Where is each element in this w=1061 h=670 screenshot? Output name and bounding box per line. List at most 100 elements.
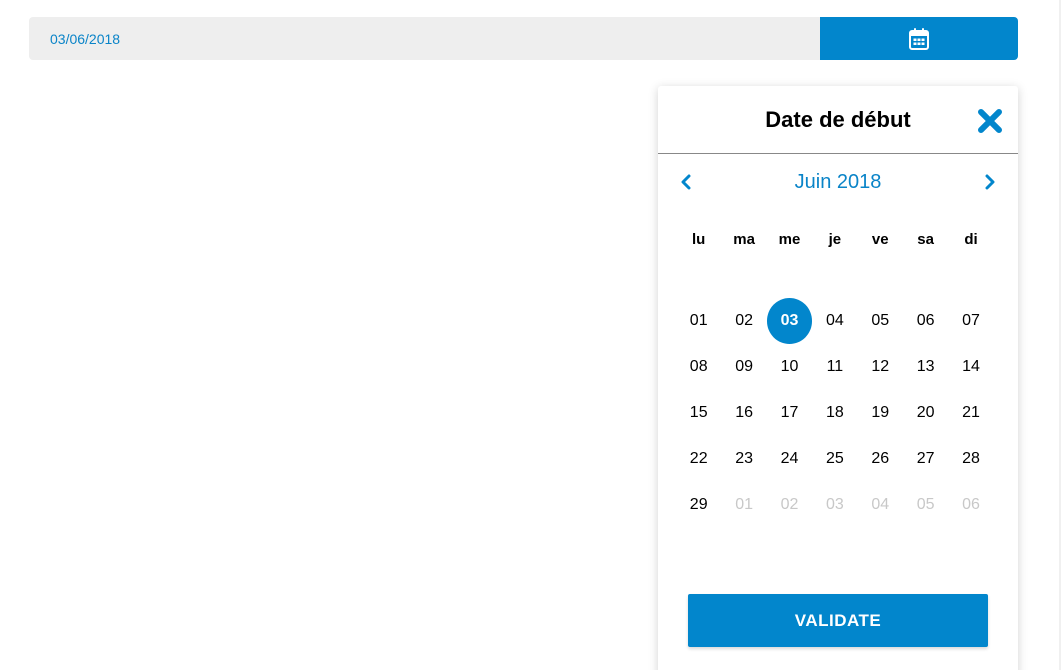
close-icon: [978, 109, 1002, 133]
day-cell[interactable]: 22: [676, 436, 721, 482]
day-cell[interactable]: 15: [676, 390, 721, 436]
day-number: 03: [766, 298, 813, 344]
weekday-label: ma: [733, 231, 755, 248]
weekday-label: je: [828, 231, 842, 248]
day-number: 14: [962, 358, 980, 375]
day-cell[interactable]: 23: [721, 436, 766, 482]
month-nav: Juin 2018: [658, 154, 1018, 210]
week-row: 22 23 24 25 26 27 28: [676, 436, 1000, 482]
day-cell-other-month[interactable]: 04: [858, 482, 903, 528]
day-cell-other-month[interactable]: 06: [948, 482, 993, 528]
calendar-icon: [909, 27, 929, 50]
next-month-button[interactable]: [980, 172, 1000, 192]
day-number: 06: [916, 312, 935, 329]
day-cell[interactable]: 19: [858, 390, 903, 436]
day-number: 19: [871, 404, 890, 421]
day-cell[interactable]: 09: [721, 344, 766, 390]
day-number: 28: [962, 450, 980, 467]
day-number: 22: [689, 450, 708, 467]
date-picker: Date de début Juin 2018 lu ma me je ve sa d: [658, 86, 1018, 670]
day-number: 16: [735, 404, 753, 421]
day-cell[interactable]: 16: [721, 390, 766, 436]
day-cell[interactable]: 08: [676, 344, 721, 390]
weekday-label: ve: [871, 231, 889, 248]
day-number: 08: [689, 358, 708, 375]
weekday-label: di: [964, 231, 978, 248]
day-cell[interactable]: 20: [903, 390, 948, 436]
day-number: 02: [780, 496, 799, 513]
day-number: 09: [735, 358, 753, 375]
day-number: 04: [871, 496, 890, 513]
day-cell-other-month[interactable]: 02: [767, 482, 812, 528]
prev-month-button[interactable]: [676, 172, 696, 192]
day-number: 29: [689, 496, 708, 513]
picker-title: Date de début: [765, 106, 911, 132]
day-number: 20: [916, 404, 935, 421]
day-cell[interactable]: 14: [948, 344, 993, 390]
day-cell[interactable]: 01: [676, 298, 721, 344]
weekday-header: lu ma me je ve sa di: [676, 231, 1000, 253]
day-cell-selected[interactable]: 03: [766, 298, 813, 344]
chevron-left-icon: [681, 174, 691, 190]
close-button[interactable]: [977, 108, 1003, 134]
calendar-grid: lu ma me je ve sa di 01 02 03 04 05 06 07 08 09 10 11 12 1…: [658, 231, 1018, 528]
validate-button[interactable]: VALIDATE: [688, 594, 988, 647]
day-number: 17: [780, 404, 799, 421]
week-row: 08 09 10 11 12 13 14: [676, 344, 1000, 390]
day-cell[interactable]: 25: [812, 436, 857, 482]
day-cell[interactable]: 05: [858, 298, 903, 344]
day-number: 15: [689, 404, 708, 421]
date-input[interactable]: [29, 17, 820, 60]
day-number: 24: [780, 450, 799, 467]
week-row: 01 02 03 04 05 06 07: [676, 298, 1000, 344]
day-cell[interactable]: 24: [767, 436, 812, 482]
day-number: 23: [735, 450, 753, 467]
day-cell[interactable]: 13: [903, 344, 948, 390]
day-number: 01: [689, 312, 708, 329]
day-cell[interactable]: 04: [812, 298, 857, 344]
weekday-label: sa: [917, 231, 934, 248]
weeks: 01 02 03 04 05 06 07 08 09 10 11 12 13 14 15 16 17 18 19 20…: [676, 298, 1000, 528]
page: Date de début Juin 2018 lumamejevesad: [0, 0, 1061, 670]
day-number: 07: [962, 312, 980, 329]
day-number: 11: [826, 358, 844, 375]
week-row: 29 01 02 03 04 05 06: [676, 482, 1000, 528]
day-cell[interactable]: 27: [903, 436, 948, 482]
day-cell[interactable]: 29: [676, 482, 721, 528]
calendar-button[interactable]: [820, 17, 1018, 60]
day-cell[interactable]: 11: [812, 344, 857, 390]
day-number: 01: [735, 496, 753, 513]
day-number: 27: [916, 450, 935, 467]
day-cell-other-month[interactable]: 05: [903, 482, 948, 528]
day-cell[interactable]: 07: [948, 298, 993, 344]
day-number: 04: [825, 312, 844, 329]
day-cell[interactable]: 21: [948, 390, 993, 436]
day-number: 05: [871, 312, 890, 329]
day-cell-other-month[interactable]: 03: [812, 482, 857, 528]
day-number: 02: [735, 312, 753, 329]
day-number: 25: [825, 450, 844, 467]
day-cell[interactable]: 10: [767, 344, 812, 390]
day-cell[interactable]: 06: [903, 298, 948, 344]
day-number: 03: [825, 496, 844, 513]
day-cell[interactable]: 28: [948, 436, 993, 482]
day-number: 05: [916, 496, 935, 513]
day-number: 06: [962, 496, 980, 513]
day-number: 10: [780, 358, 799, 375]
week-row: 15 16 17 18 19 20 21: [676, 390, 1000, 436]
date-field: [29, 17, 1018, 60]
day-number: 26: [871, 450, 890, 467]
day-cell-other-month[interactable]: 01: [721, 482, 766, 528]
day-cell[interactable]: 12: [858, 344, 903, 390]
day-number: 12: [871, 358, 890, 375]
weekday-label: lu: [692, 231, 706, 248]
weekday-label: me: [778, 231, 801, 248]
day-cell[interactable]: 26: [858, 436, 903, 482]
day-number: 18: [825, 404, 844, 421]
day-number: 21: [962, 404, 980, 421]
chevron-right-icon: [985, 174, 995, 190]
day-cell[interactable]: 18: [812, 390, 857, 436]
picker-header: Date de début: [658, 86, 1018, 154]
day-cell[interactable]: 17: [767, 390, 812, 436]
day-cell[interactable]: 02: [721, 298, 766, 344]
